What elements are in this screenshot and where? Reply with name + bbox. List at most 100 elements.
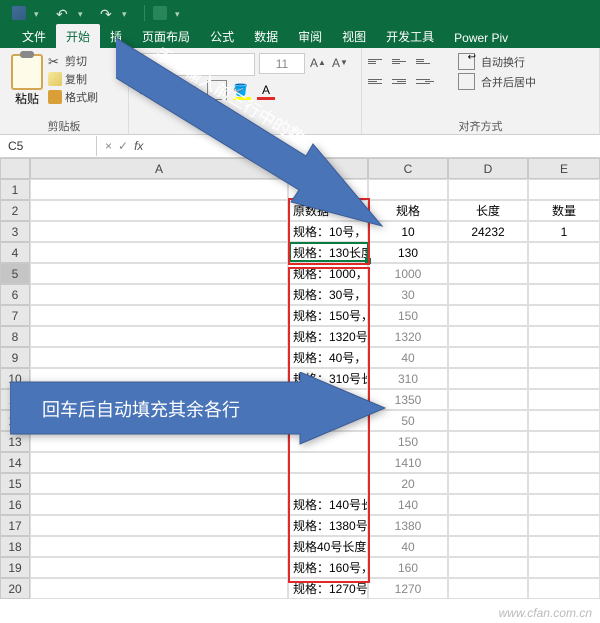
row-header[interactable]: 6	[0, 284, 30, 305]
cell[interactable]	[30, 305, 288, 326]
select-all-corner[interactable]	[0, 158, 30, 179]
cell[interactable]	[528, 473, 600, 494]
row-header[interactable]: 3	[0, 221, 30, 242]
cell[interactable]	[30, 578, 288, 599]
row-header[interactable]: 19	[0, 557, 30, 578]
cell[interactable]	[30, 326, 288, 347]
row-header[interactable]: 15	[0, 473, 30, 494]
cell[interactable]: 1	[528, 221, 600, 242]
format-brush-button[interactable]: 格式刷	[48, 89, 98, 105]
cell[interactable]	[528, 326, 600, 347]
cell[interactable]	[448, 452, 528, 473]
touch-mode-icon[interactable]	[153, 6, 167, 20]
row-header[interactable]: 8	[0, 326, 30, 347]
cell[interactable]	[448, 431, 528, 452]
cell[interactable]: 规格：40号，长度434米，数量4件	[288, 347, 368, 368]
tab-file[interactable]: 文件	[12, 24, 56, 48]
cell[interactable]	[288, 473, 368, 494]
cell[interactable]	[528, 431, 600, 452]
cell[interactable]	[288, 452, 368, 473]
undo-icon[interactable]	[56, 6, 70, 20]
cell[interactable]: 规格：140号长度61215米数量14件	[288, 494, 368, 515]
column-header[interactable]: D	[448, 158, 528, 179]
paste-button[interactable]: 粘贴	[6, 50, 48, 118]
cell[interactable]	[448, 284, 528, 305]
cell[interactable]: 规格：30号，长度242米，数量3件	[288, 284, 368, 305]
row-header[interactable]: 5	[0, 263, 30, 284]
merge-icon[interactable]	[458, 73, 475, 90]
row-header[interactable]: 17	[0, 515, 30, 536]
cell[interactable]: 24232	[448, 221, 528, 242]
cell[interactable]: 40	[368, 347, 448, 368]
cell[interactable]	[30, 284, 288, 305]
name-box[interactable]: C5	[0, 136, 97, 156]
cell[interactable]	[30, 473, 288, 494]
cell[interactable]	[528, 536, 600, 557]
cell[interactable]	[528, 368, 600, 389]
cell[interactable]	[528, 515, 600, 536]
cell[interactable]	[448, 494, 528, 515]
cell[interactable]: 规格40号长度74633米数量4件	[288, 536, 368, 557]
align-right-icon[interactable]	[416, 75, 434, 89]
column-header[interactable]: E	[528, 158, 600, 179]
cell[interactable]	[448, 368, 528, 389]
cell[interactable]	[448, 578, 528, 599]
row-header[interactable]: 1	[0, 179, 30, 200]
row-header[interactable]: 18	[0, 536, 30, 557]
cell[interactable]	[448, 179, 528, 200]
cell[interactable]: 30	[368, 284, 448, 305]
cell[interactable]: 规格：160号，长度34245米，数量16件	[288, 557, 368, 578]
cell[interactable]: 140	[368, 494, 448, 515]
cut-button[interactable]: 剪切	[48, 53, 98, 69]
cell[interactable]	[448, 389, 528, 410]
cell[interactable]	[528, 263, 600, 284]
cell[interactable]	[528, 284, 600, 305]
qat-dropdown-icon[interactable]	[34, 6, 48, 20]
cell[interactable]	[448, 347, 528, 368]
qat-dropdown-icon[interactable]	[175, 6, 189, 20]
cell[interactable]: 规格：1380号，长度643215米，数量138件	[288, 515, 368, 536]
cell[interactable]: 150	[368, 305, 448, 326]
cell[interactable]: 1270	[368, 578, 448, 599]
cell[interactable]	[528, 494, 600, 515]
row-header[interactable]: 9	[0, 347, 30, 368]
row-header[interactable]: 7	[0, 305, 30, 326]
cell[interactable]	[448, 536, 528, 557]
cell[interactable]	[448, 473, 528, 494]
cell[interactable]	[528, 347, 600, 368]
cell[interactable]: 规格：1320号，长度为6434米数量132件	[288, 326, 368, 347]
cell[interactable]	[528, 410, 600, 431]
cell[interactable]	[30, 515, 288, 536]
cell[interactable]	[448, 410, 528, 431]
cell[interactable]	[448, 326, 528, 347]
redo-icon[interactable]	[100, 6, 114, 20]
cell[interactable]	[448, 557, 528, 578]
cell[interactable]	[448, 263, 528, 284]
cell[interactable]	[528, 242, 600, 263]
cell[interactable]	[528, 305, 600, 326]
tab-power[interactable]: Power Piv	[444, 27, 518, 48]
cell[interactable]	[528, 557, 600, 578]
cell[interactable]	[528, 452, 600, 473]
row-header[interactable]: 4	[0, 242, 30, 263]
align-bottom-icon[interactable]	[416, 55, 434, 69]
cell[interactable]: 1380	[368, 515, 448, 536]
cell[interactable]	[30, 347, 288, 368]
row-header[interactable]: 16	[0, 494, 30, 515]
cell[interactable]	[528, 179, 600, 200]
cell[interactable]: 规格：1270号，长度65142米，数量127件	[288, 578, 368, 599]
copy-button[interactable]: 复制	[48, 71, 98, 87]
cell[interactable]	[528, 578, 600, 599]
cell[interactable]	[30, 557, 288, 578]
cell[interactable]	[30, 494, 288, 515]
cell[interactable]: 160	[368, 557, 448, 578]
cell[interactable]: 1410	[368, 452, 448, 473]
cell[interactable]: 规格：150号，长度634数量为15	[288, 305, 368, 326]
cell[interactable]	[448, 515, 528, 536]
cancel-formula-icon[interactable]: ×	[105, 139, 112, 153]
row-header[interactable]: 2	[0, 200, 30, 221]
cell[interactable]: 数量	[528, 200, 600, 221]
tab-home[interactable]: 开始	[56, 24, 100, 48]
cell[interactable]	[448, 242, 528, 263]
qat-dropdown-icon[interactable]	[78, 6, 92, 20]
